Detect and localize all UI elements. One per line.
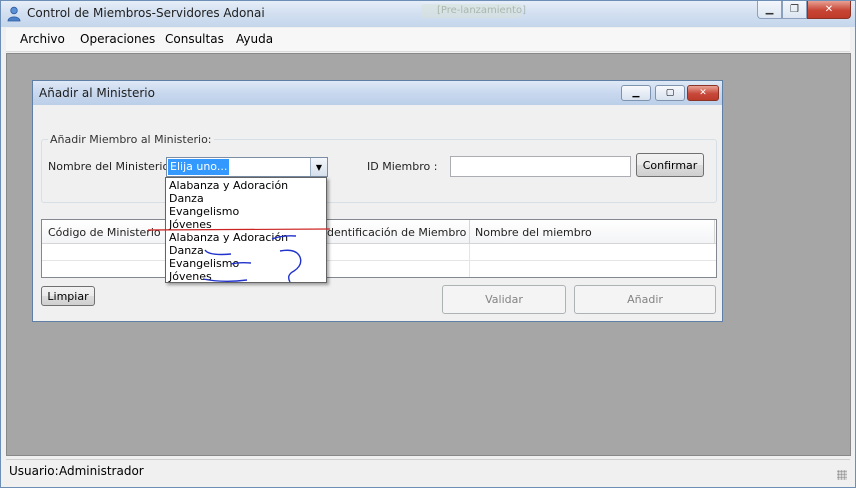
menu-ayuda[interactable]: Ayuda (236, 32, 273, 46)
id-label: ID Miembro : (367, 160, 438, 173)
close-button[interactable]: ✕ (807, 1, 851, 19)
menu-operaciones[interactable]: Operaciones (80, 32, 155, 46)
close-icon: ✕ (699, 88, 707, 98)
dropdown-item[interactable]: Danza (169, 244, 204, 257)
app-title: Control de Miembros-Servidores Adonai (27, 6, 265, 20)
chevron-down-icon[interactable]: ▼ (310, 158, 327, 176)
grid-header-identificacion[interactable]: dentificación de Miembro (327, 226, 466, 239)
anadir-ministerio-window: Añadir al Ministerio ▁ ▢ ✕ Añadir Miembr… (32, 80, 723, 322)
child-titlebar[interactable]: Añadir al Ministerio (33, 81, 722, 105)
maximize-button[interactable]: ❐ (782, 1, 807, 19)
app-user-icon (7, 6, 21, 22)
grid-header: Código de Ministerio dentificación de Mi… (42, 220, 716, 244)
members-grid[interactable]: Código de Ministerio dentificación de Mi… (41, 219, 717, 278)
combo-selected-text: Elija uno... (168, 159, 230, 175)
anadir-button[interactable]: Añadir (574, 285, 716, 314)
child-minimize-button[interactable]: ▁ (621, 85, 651, 101)
menu-consultas[interactable]: Consultas (165, 32, 224, 46)
maximize-icon: ❐ (790, 4, 799, 15)
child-close-button[interactable]: ✕ (687, 85, 719, 101)
dropdown-item[interactable]: Evangelismo (169, 257, 239, 270)
ministry-dropdown-list[interactable]: Alabanza y Adoración Danza Evangelismo J… (165, 177, 327, 283)
grid-row-separator (42, 260, 716, 261)
grid-header-nombre[interactable]: Nombre del miembro (475, 226, 592, 239)
group-label: Añadir Miembro al Ministerio: (48, 133, 214, 146)
minimize-icon: ▁ (765, 4, 774, 15)
close-icon: ✕ (824, 4, 834, 15)
dropdown-item[interactable]: Jóvenes (169, 270, 212, 283)
id-member-input[interactable] (450, 156, 631, 177)
confirm-button[interactable]: Confirmar (636, 153, 704, 177)
menu-archivo[interactable]: Archivo (20, 32, 65, 46)
maximize-icon: ▢ (665, 88, 675, 98)
grid-header-codigo[interactable]: Código de Ministerio (48, 226, 161, 239)
ministry-combobox[interactable]: Elija uno... ▼ (166, 157, 328, 177)
child-title: Añadir al Ministerio (39, 86, 155, 100)
minimize-button[interactable]: ▁ (757, 1, 782, 19)
validar-button[interactable]: Validar (442, 285, 566, 314)
status-bar: Usuario: Administrador (6, 459, 850, 483)
grid-header-separator (714, 220, 715, 244)
limpiar-button[interactable]: Limpiar (41, 286, 95, 306)
grid-column-line (469, 244, 470, 277)
status-label: Usuario: (9, 464, 59, 478)
resize-grip-icon[interactable] (837, 470, 847, 480)
status-user: Administrador (59, 464, 144, 478)
dropdown-item[interactable]: Evangelismo (169, 205, 239, 218)
dropdown-item[interactable]: Jóvenes (169, 218, 212, 231)
ministry-label: Nombre del Ministerio : (48, 160, 177, 173)
dropdown-item[interactable]: Alabanza y Adoración (169, 179, 288, 192)
ghost-tab-text: [Pre-lanzamiento] (437, 5, 526, 16)
main-titlebar[interactable]: Control de Miembros-Servidores Adonai [P… (1, 1, 855, 27)
grid-header-separator (469, 220, 470, 244)
dropdown-item[interactable]: Danza (169, 192, 204, 205)
menubar: Archivo Operaciones Consultas Ayuda (6, 28, 850, 52)
child-maximize-button[interactable]: ▢ (655, 85, 685, 101)
minimize-icon: ▁ (632, 88, 640, 98)
dropdown-item[interactable]: Alabanza y Adoración (169, 231, 288, 244)
